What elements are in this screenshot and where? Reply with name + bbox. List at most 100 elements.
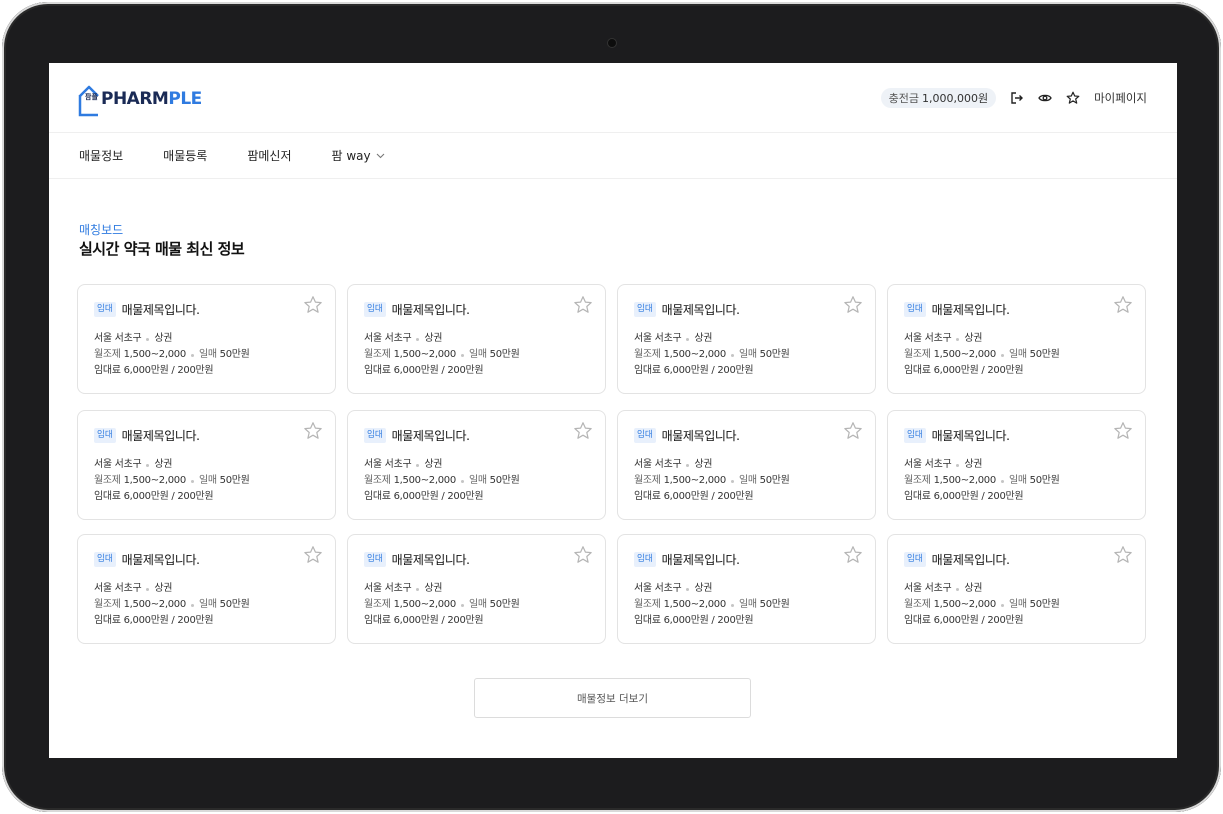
listing-fee: 임대료 6,000만원 / 200만원 — [904, 615, 1024, 626]
listing-card[interactable]: 임대 매물제목입니다. 서울 서초구 상권 월조제 1,500~2,000 일매… — [617, 284, 876, 394]
fee-row: 임대료 6,000만원 / 200만원 — [364, 613, 589, 629]
sale-value: 50만원 — [219, 599, 250, 610]
sale-label: 일매 — [468, 475, 487, 486]
listing-tag: 임대 — [94, 302, 116, 317]
listing-fee: 임대료 6,000만원 / 200만원 — [94, 491, 214, 502]
location-row: 서울 서초구 상권 — [364, 581, 589, 597]
rent-value: 1,500~2,000 — [123, 599, 187, 610]
separator-dot — [730, 353, 734, 357]
rent-label: 월조제 — [364, 349, 391, 360]
listing-card[interactable]: 임대 매물제목입니다. 서울 서초구 상권 월조제 1,500~2,000 일매… — [347, 410, 606, 520]
listing-tag: 임대 — [634, 302, 656, 317]
nav-item-register[interactable]: 매물등록 — [163, 147, 207, 164]
card-header: 임대 매물제목입니다. — [364, 301, 589, 318]
metrics-row: 월조제 1,500~2,000 일매 50만원 — [904, 473, 1129, 489]
listing-card[interactable]: 임대 매물제목입니다. 서울 서초구 상권 월조제 1,500~2,000 일매… — [347, 284, 606, 394]
rent-value: 1,500~2,000 — [393, 599, 457, 610]
favorite-star-icon[interactable] — [573, 421, 593, 441]
listing-card[interactable]: 임대 매물제목입니다. 서울 서초구 상권 월조제 1,500~2,000 일매… — [77, 410, 336, 520]
rent-label: 월조제 — [904, 599, 931, 610]
sale-value: 50만원 — [219, 349, 250, 360]
listing-type: 상권 — [964, 459, 983, 470]
mypage-link[interactable]: 마이페이지 — [1094, 90, 1147, 106]
sale-label: 일매 — [198, 475, 217, 486]
listing-tag: 임대 — [364, 428, 386, 443]
listing-tag: 임대 — [634, 428, 656, 443]
favorite-star-icon[interactable] — [303, 421, 323, 441]
location-row: 서울 서초구 상권 — [634, 457, 859, 473]
listing-tag: 임대 — [904, 302, 926, 317]
location-row: 서울 서초구 상권 — [904, 457, 1129, 473]
favorite-star-icon[interactable] — [1113, 295, 1133, 315]
favorite-star-icon[interactable] — [573, 545, 593, 565]
listing-fee: 임대료 6,000만원 / 200만원 — [634, 491, 754, 502]
favorite-star-icon[interactable] — [843, 421, 863, 441]
listing-card[interactable]: 임대 매물제목입니다. 서울 서초구 상권 월조제 1,500~2,000 일매… — [887, 410, 1146, 520]
location-row: 서울 서초구 상권 — [634, 581, 859, 597]
nav-item-way[interactable]: 팜 way — [332, 147, 385, 164]
sale-value: 50만원 — [489, 349, 520, 360]
location-row: 서울 서초구 상권 — [904, 331, 1129, 347]
card-body: 서울 서초구 상권 월조제 1,500~2,000 일매 50만원 임대료 6,… — [364, 457, 589, 505]
load-more-button[interactable]: 매물정보 더보기 — [474, 678, 751, 718]
card-body: 서울 서초구 상권 월조제 1,500~2,000 일매 50만원 임대료 6,… — [364, 581, 589, 629]
sale-label: 일매 — [738, 349, 757, 360]
favorite-star-icon[interactable] — [1113, 545, 1133, 565]
logout-icon[interactable] — [1010, 91, 1024, 105]
listing-title: 매물제목입니다. — [391, 303, 470, 317]
separator-dot — [730, 479, 734, 483]
listing-region: 서울 서초구 — [634, 459, 682, 470]
charge-value: 1,000,000원 — [921, 92, 989, 105]
sale-value: 50만원 — [1029, 349, 1060, 360]
rent-label: 월조제 — [94, 349, 121, 360]
listing-card[interactable]: 임대 매물제목입니다. 서울 서초구 상권 월조제 1,500~2,000 일매… — [77, 534, 336, 644]
favorite-star-icon[interactable] — [303, 545, 323, 565]
favorite-star-icon[interactable] — [303, 295, 323, 315]
separator-dot — [686, 463, 690, 467]
fee-row: 임대료 6,000만원 / 200만원 — [634, 363, 859, 379]
rent-label: 월조제 — [634, 475, 661, 486]
listing-grid: 임대 매물제목입니다. 서울 서초구 상권 월조제 1,500~2,000 일매… — [77, 284, 1147, 644]
nav-item-messenger[interactable]: 팜메신저 — [247, 147, 291, 164]
app-screen: 팜플 PHARMPLE 충전금 1,000,000원 마이페이지 매물정보 매물… — [49, 63, 1177, 758]
nav-item-way-label: 팜 way — [331, 149, 371, 163]
eye-icon[interactable] — [1038, 91, 1052, 105]
listing-title: 매물제목입니다. — [121, 429, 200, 443]
pharmple-logo[interactable]: 팜플 PHARMPLE — [77, 79, 202, 117]
listing-region: 서울 서초구 — [94, 459, 142, 470]
rent-label: 월조제 — [634, 349, 661, 360]
rent-value: 1,500~2,000 — [933, 349, 997, 360]
location-row: 서울 서초구 상권 — [364, 331, 589, 347]
card-header: 임대 매물제목입니다. — [94, 551, 319, 568]
card-body: 서울 서초구 상권 월조제 1,500~2,000 일매 50만원 임대료 6,… — [364, 331, 589, 379]
favorite-star-icon[interactable] — [843, 295, 863, 315]
favorite-star-icon[interactable] — [573, 295, 593, 315]
star-icon[interactable] — [1066, 91, 1080, 105]
sale-label: 일매 — [1008, 475, 1027, 486]
separator-dot — [1000, 353, 1004, 357]
metrics-row: 월조제 1,500~2,000 일매 50만원 — [94, 347, 319, 363]
listing-tag: 임대 — [364, 552, 386, 567]
listing-fee: 임대료 6,000만원 / 200만원 — [634, 615, 754, 626]
listing-title: 매물제목입니다. — [121, 303, 200, 317]
logo-sub-text: 팜플 — [85, 93, 98, 101]
listing-fee: 임대료 6,000만원 / 200만원 — [94, 365, 214, 376]
card-header: 임대 매물제목입니다. — [634, 301, 859, 318]
listing-card[interactable]: 임대 매물제목입니다. 서울 서초구 상권 월조제 1,500~2,000 일매… — [347, 534, 606, 644]
card-body: 서울 서초구 상권 월조제 1,500~2,000 일매 50만원 임대료 6,… — [634, 457, 859, 505]
listing-card[interactable]: 임대 매물제목입니다. 서울 서초구 상권 월조제 1,500~2,000 일매… — [77, 284, 336, 394]
listing-card[interactable]: 임대 매물제목입니다. 서울 서초구 상권 월조제 1,500~2,000 일매… — [617, 410, 876, 520]
fee-row: 임대료 6,000만원 / 200만원 — [94, 613, 319, 629]
listing-card[interactable]: 임대 매물제목입니다. 서울 서초구 상권 월조제 1,500~2,000 일매… — [887, 284, 1146, 394]
favorite-star-icon[interactable] — [1113, 421, 1133, 441]
favorite-star-icon[interactable] — [843, 545, 863, 565]
sale-label: 일매 — [468, 349, 487, 360]
listing-region: 서울 서초구 — [94, 583, 142, 594]
listing-fee: 임대료 6,000만원 / 200만원 — [364, 491, 484, 502]
nav-item-listings[interactable]: 매물정보 — [79, 147, 123, 164]
listing-card[interactable]: 임대 매물제목입니다. 서울 서초구 상권 월조제 1,500~2,000 일매… — [887, 534, 1146, 644]
listing-tag: 임대 — [634, 552, 656, 567]
camera-dot — [607, 38, 617, 48]
listing-card[interactable]: 임대 매물제목입니다. 서울 서초구 상권 월조제 1,500~2,000 일매… — [617, 534, 876, 644]
charge-label: 충전금 — [888, 92, 919, 105]
